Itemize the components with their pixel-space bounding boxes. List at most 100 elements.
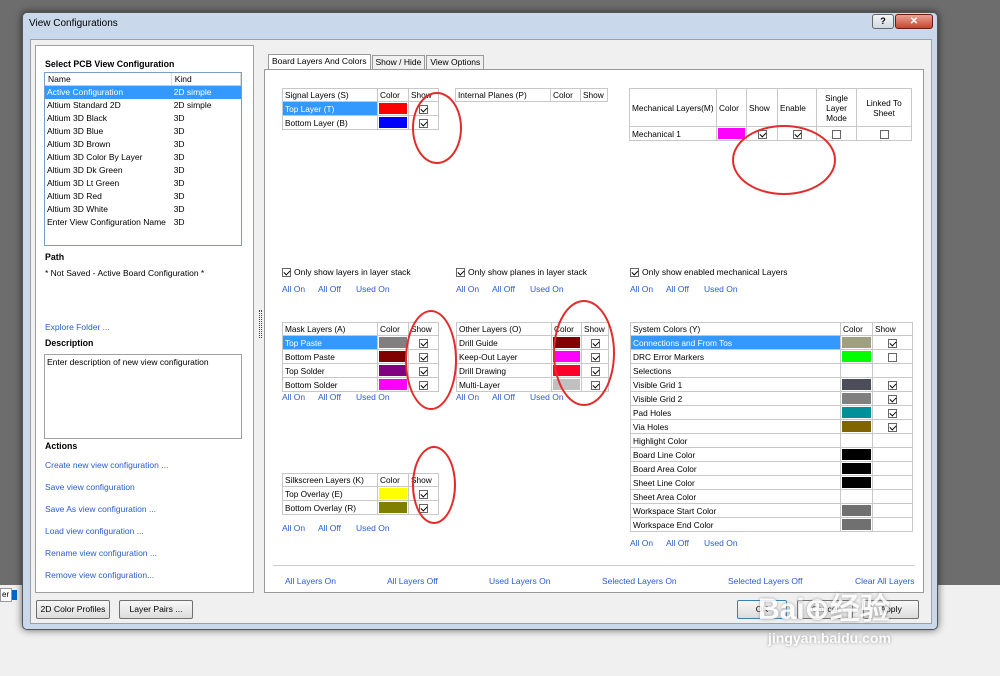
- signal-used-on[interactable]: Used On: [356, 284, 390, 294]
- mask-layer-row[interactable]: Bottom Solder: [282, 377, 439, 392]
- all-layers-off[interactable]: All Layers Off: [387, 576, 438, 586]
- show-checkbox[interactable]: [888, 352, 897, 362]
- column-kind[interactable]: Kind: [172, 73, 241, 85]
- system-layer-row[interactable]: Board Area Color: [630, 461, 913, 476]
- enable-checkbox[interactable]: [792, 129, 802, 139]
- color-swatch[interactable]: [842, 337, 871, 348]
- signal-layer-row[interactable]: Bottom Layer (B): [282, 115, 439, 130]
- config-row[interactable]: Altium 3D Dk Green 3D: [45, 164, 241, 177]
- system-layer-row[interactable]: Connections and From Tos: [630, 335, 913, 350]
- show-checkbox[interactable]: [419, 118, 428, 128]
- config-row[interactable]: Altium 3D Black 3D: [45, 112, 241, 125]
- rename-config-link[interactable]: Rename view configuration ...: [45, 548, 157, 558]
- show-checkbox[interactable]: [590, 352, 600, 362]
- config-row[interactable]: Active Configuration 2D simple: [45, 86, 241, 99]
- checkbox-icon[interactable]: [282, 267, 291, 277]
- mask-all-off[interactable]: All Off: [318, 392, 341, 402]
- checkbox-icon[interactable]: [456, 267, 465, 277]
- show-checkbox[interactable]: [419, 338, 428, 348]
- show-checkbox[interactable]: [419, 352, 428, 362]
- show-checkbox[interactable]: [419, 104, 428, 114]
- color-swatch[interactable]: [379, 502, 407, 513]
- system-layer-row[interactable]: Sheet Area Color: [630, 489, 913, 504]
- mask-layer-row[interactable]: Top Solder: [282, 363, 439, 378]
- other-layer-row[interactable]: Drill Drawing: [456, 363, 609, 378]
- mask-all-on[interactable]: All On: [282, 392, 305, 402]
- background-tab[interactable]: er: [0, 588, 12, 602]
- color-swatch[interactable]: [379, 365, 407, 376]
- color-swatch[interactable]: [553, 351, 580, 362]
- system-all-on[interactable]: All On: [630, 538, 653, 548]
- signal-layer-row[interactable]: Top Layer (T): [282, 101, 439, 116]
- mech-layer-row[interactable]: Mechanical 1: [629, 126, 912, 141]
- system-layer-row[interactable]: Pad Holes: [630, 405, 913, 420]
- system-layer-row[interactable]: Via Holes: [630, 419, 913, 434]
- config-row[interactable]: Altium 3D White 3D: [45, 203, 241, 216]
- other-all-on[interactable]: All On: [456, 392, 479, 402]
- silk-all-on[interactable]: All On: [282, 523, 305, 533]
- help-button[interactable]: ?: [872, 14, 894, 29]
- color-swatch[interactable]: [553, 337, 580, 348]
- color-swatch[interactable]: [379, 351, 407, 362]
- signal-stack-option[interactable]: Only show layers in layer stack: [282, 267, 411, 277]
- load-config-link[interactable]: Load view configuration ...: [45, 526, 144, 536]
- color-swatch[interactable]: [379, 379, 407, 390]
- system-layer-row[interactable]: Visible Grid 1: [630, 377, 913, 392]
- color-swatch[interactable]: [379, 337, 407, 348]
- single-checkbox[interactable]: [832, 129, 841, 139]
- other-layer-row[interactable]: Multi-Layer: [456, 377, 609, 392]
- config-row[interactable]: Altium 3D Color By Layer 3D: [45, 151, 241, 164]
- color-swatch[interactable]: [842, 379, 871, 390]
- show-checkbox[interactable]: [419, 366, 428, 376]
- color-swatch[interactable]: [553, 365, 580, 376]
- silk-all-off[interactable]: All Off: [318, 523, 341, 533]
- color-swatch[interactable]: [842, 449, 871, 460]
- tab-show-hide[interactable]: Show / Hide: [371, 55, 426, 69]
- system-layer-row[interactable]: Highlight Color: [630, 433, 913, 448]
- system-layer-row[interactable]: Visible Grid 2: [630, 391, 913, 406]
- mask-layer-row[interactable]: Top Paste: [282, 335, 439, 350]
- other-layer-row[interactable]: Drill Guide: [456, 335, 609, 350]
- signal-all-on[interactable]: All On: [282, 284, 305, 294]
- color-swatch[interactable]: [842, 463, 871, 474]
- tab-board-layers[interactable]: Board Layers And Colors: [268, 54, 371, 69]
- system-layer-row[interactable]: Workspace Start Color: [630, 503, 913, 518]
- panel-splitter[interactable]: [259, 310, 262, 338]
- save-as-config-link[interactable]: Save As view configuration ...: [45, 504, 156, 514]
- color-swatch[interactable]: [842, 519, 871, 530]
- mech-all-on[interactable]: All On: [630, 284, 653, 294]
- system-layer-row[interactable]: Sheet Line Color: [630, 475, 913, 490]
- create-config-link[interactable]: Create new view configuration ...: [45, 460, 168, 470]
- show-checkbox[interactable]: [888, 338, 897, 348]
- color-swatch[interactable]: [842, 365, 871, 376]
- color-swatch[interactable]: [842, 491, 871, 502]
- mask-layer-row[interactable]: Bottom Paste: [282, 349, 439, 364]
- color-swatch[interactable]: [379, 488, 407, 499]
- linked-checkbox[interactable]: [879, 129, 889, 139]
- selected-layers-on[interactable]: Selected Layers On: [602, 576, 677, 586]
- system-layer-row[interactable]: Workspace End Color: [630, 517, 913, 532]
- color-swatch[interactable]: [842, 421, 871, 432]
- tab-view-options[interactable]: View Options: [426, 55, 485, 69]
- checkbox-icon[interactable]: [630, 267, 639, 277]
- mech-used-on[interactable]: Used On: [704, 284, 738, 294]
- system-all-off[interactable]: All Off: [666, 538, 689, 548]
- column-name[interactable]: Name: [45, 73, 172, 85]
- silk-layer-row[interactable]: Bottom Overlay (R): [282, 500, 439, 515]
- mask-used-on[interactable]: Used On: [356, 392, 390, 402]
- system-layer-row[interactable]: Board Line Color: [630, 447, 913, 462]
- all-layers-on[interactable]: All Layers On: [285, 576, 336, 586]
- color-swatch[interactable]: [379, 103, 407, 114]
- mech-enabled-option[interactable]: Only show enabled mechanical Layers: [630, 267, 788, 277]
- color-swatch[interactable]: [842, 477, 871, 488]
- save-config-link[interactable]: Save view configuration: [45, 482, 135, 492]
- show-checkbox[interactable]: [590, 338, 600, 348]
- planes-all-off[interactable]: All Off: [492, 284, 515, 294]
- color-swatch[interactable]: [842, 505, 871, 516]
- system-layer-row[interactable]: Selections: [630, 363, 913, 378]
- mech-all-off[interactable]: All Off: [666, 284, 689, 294]
- color-swatch[interactable]: [553, 379, 580, 390]
- config-row[interactable]: Altium Standard 2D 2D simple: [45, 99, 241, 112]
- other-used-on[interactable]: Used On: [530, 392, 564, 402]
- config-row[interactable]: Enter View Configuration Name 3D: [45, 216, 241, 229]
